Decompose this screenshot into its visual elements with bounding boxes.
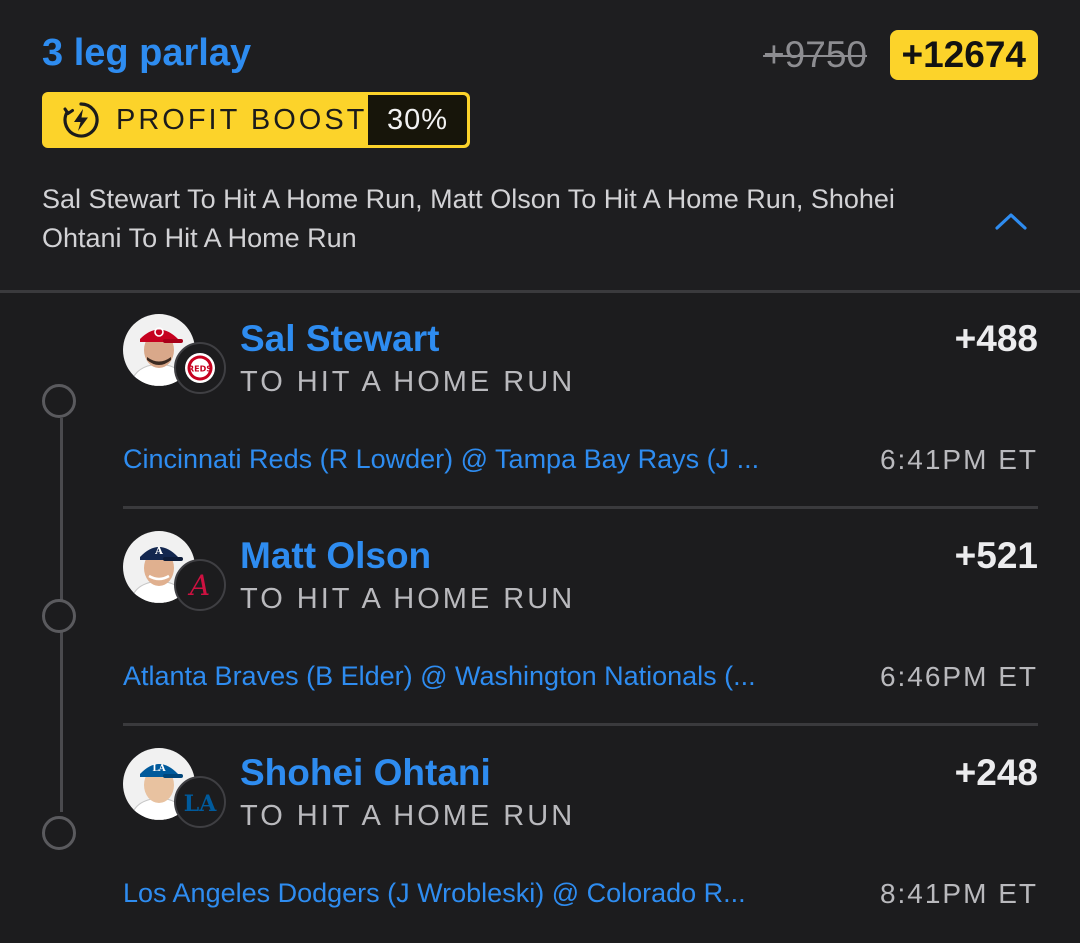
original-odds: +9750	[763, 34, 867, 75]
profit-boost-badge: PROFIT BOOST 30%	[42, 92, 470, 148]
boosted-odds-badge: +12674	[889, 30, 1038, 80]
leg-item[interactable]: A A Matt Olson TO HIT A HOME RUN +521 At…	[0, 509, 1080, 726]
market-label: TO HIT A HOME RUN	[240, 366, 576, 398]
matchup-link[interactable]: Atlanta Braves (B Elder) @ Washington Na…	[123, 661, 756, 692]
timeline-node	[42, 384, 76, 418]
game-time: 8:41PM ET	[879, 878, 1038, 909]
player-name[interactable]: Shohei Ohtani	[240, 752, 491, 794]
profit-boost-percent: 30%	[368, 95, 467, 145]
leg-item[interactable]: LA LA Shohei Ohtani TO HIT A HOME RUN +2…	[0, 726, 1080, 943]
player-name[interactable]: Matt Olson	[240, 535, 431, 577]
reds-logo-icon: REDS	[174, 342, 226, 394]
market-label: TO HIT A HOME RUN	[240, 583, 576, 615]
leg-odds: +488	[954, 318, 1038, 359]
svg-text:REDS: REDS	[188, 365, 212, 374]
braves-logo-icon: A	[174, 559, 226, 611]
timeline-node	[42, 599, 76, 633]
parlay-title: 3 leg parlay	[42, 32, 252, 74]
matchup-link[interactable]: Cincinnati Reds (R Lowder) @ Tampa Bay R…	[123, 444, 759, 475]
game-time: 6:41PM ET	[879, 444, 1038, 475]
game-time: 6:46PM ET	[879, 661, 1038, 692]
profit-boost-label: PROFIT BOOST	[116, 103, 368, 136]
leg-odds: +248	[954, 752, 1038, 793]
player-name[interactable]: Sal Stewart	[240, 318, 439, 360]
lightning-boost-icon	[54, 92, 108, 148]
leg-odds: +521	[954, 535, 1038, 576]
chevron-up-icon	[995, 213, 1027, 230]
collapse-button[interactable]	[990, 200, 1032, 242]
timeline-node	[42, 816, 76, 850]
svg-text:LA: LA	[184, 791, 217, 817]
svg-text:A: A	[154, 546, 163, 557]
market-label: TO HIT A HOME RUN	[240, 800, 576, 832]
svg-text:A: A	[187, 569, 210, 602]
matchup-link[interactable]: Los Angeles Dodgers (J Wrobleski) @ Colo…	[123, 878, 746, 909]
svg-text:LA: LA	[152, 764, 166, 774]
parlay-header: 3 leg parlay +9750 +12674 PROFIT BOOST 3…	[0, 0, 1080, 290]
leg-item[interactable]: REDS Sal Stewart TO HIT A HOME RUN +488 …	[0, 292, 1080, 509]
dodgers-logo-icon: LA	[174, 776, 226, 828]
legs-summary: Sal Stewart To Hit A Home Run, Matt Olso…	[42, 184, 895, 253]
